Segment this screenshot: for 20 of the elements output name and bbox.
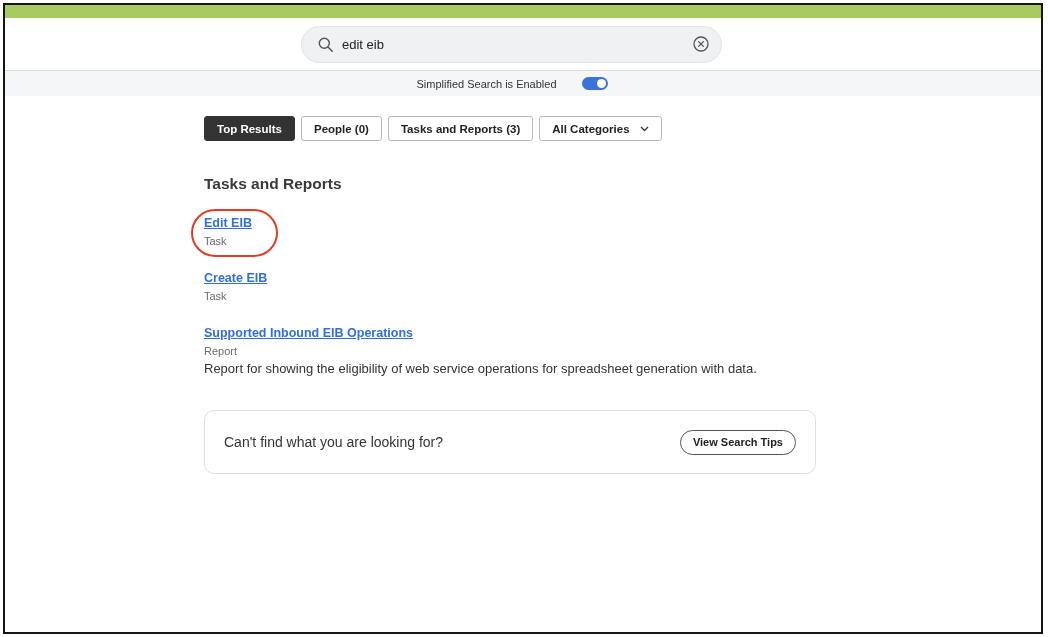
result-description: Report for showing the eligibility of web service operations for spreadsheet generation with data.	[204, 361, 757, 377]
simplified-search-label: Simplified Search is Enabled	[416, 77, 557, 90]
category-dropdown[interactable]: All Categories	[539, 116, 662, 141]
filter-tab[interactable]: Top Results	[204, 116, 295, 141]
filter-tab[interactable]: Tasks and Reports (3)	[387, 116, 534, 141]
search-tips-button[interactable]: View Search Tips	[679, 429, 796, 455]
simplified-search-toggle[interactable]	[581, 77, 608, 90]
caret-icon	[639, 125, 649, 132]
result-link[interactable]: Create EIB	[204, 270, 268, 286]
search-field[interactable]: edit eib	[301, 25, 722, 63]
result-type: Report	[204, 344, 238, 358]
help-text: Can't find what you are looking for?	[224, 434, 444, 450]
search-icon	[318, 36, 333, 52]
result-link[interactable]: Edit EIB	[204, 215, 252, 231]
result-type: Task	[204, 234, 227, 248]
section-heading: Tasks and Reports	[204, 175, 342, 193]
clear-icon[interactable]	[693, 36, 709, 52]
result-type: Task	[204, 289, 227, 303]
filter-tab[interactable]: People (0)	[300, 116, 382, 141]
result-link[interactable]: Supported Inbound EIB Operations	[204, 325, 414, 341]
